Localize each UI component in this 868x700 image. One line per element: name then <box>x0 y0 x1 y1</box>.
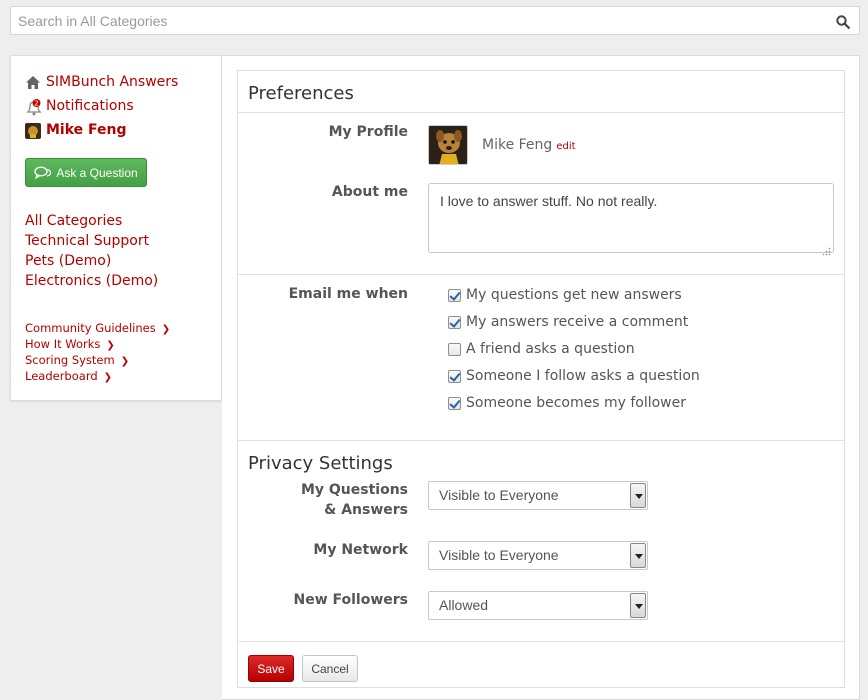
sidebar: SIMBunch Answers 2 Notifications Mike Fe… <box>10 55 222 401</box>
email-option-comment[interactable]: My answers receive a comment <box>448 314 688 330</box>
dropdown-arrow-icon[interactable] <box>630 483 646 508</box>
checkbox-unchecked[interactable] <box>448 342 461 356</box>
dropdown-arrow-icon[interactable] <box>630 543 646 568</box>
preferences-panel: Preferences My Profile Mike Feng edit Abo… <box>237 70 845 688</box>
link-how-it-works[interactable]: How It Works ❯ <box>25 337 115 351</box>
about-me-label: About me <box>331 184 408 200</box>
divider <box>238 274 844 275</box>
category-pets[interactable]: Pets (Demo) <box>25 253 111 269</box>
notification-count-badge: 2 <box>34 100 38 108</box>
category-technical-support[interactable]: Technical Support <box>25 233 149 249</box>
chat-bubble-icon <box>34 166 52 179</box>
divider <box>238 440 844 441</box>
email-option-label: A friend asks a question <box>466 341 635 357</box>
divider <box>238 112 844 113</box>
divider <box>238 641 844 642</box>
link-community-guidelines-label: Community Guidelines <box>25 321 156 335</box>
dropdown-arrow-icon[interactable] <box>630 593 646 618</box>
checkbox-checked[interactable] <box>448 396 461 410</box>
main-content: Preferences My Profile Mike Feng edit Abo… <box>222 55 860 700</box>
qa-visibility-value: Visible to Everyone <box>439 487 559 503</box>
profile-name-text: Mike Feng <box>482 137 553 153</box>
my-profile-label: My Profile <box>328 124 408 140</box>
email-option-label: Someone I follow asks a question <box>466 368 700 384</box>
email-option-follow-asks[interactable]: Someone I follow asks a question <box>448 368 700 384</box>
checkbox-checked[interactable] <box>448 369 461 383</box>
network-visibility-select[interactable]: Visible to Everyone <box>428 541 648 570</box>
new-followers-label: New Followers <box>293 592 408 608</box>
sidebar-home-link[interactable]: SIMBunch Answers <box>25 74 178 90</box>
chevron-right-icon: ❯ <box>161 324 171 335</box>
search-input[interactable] <box>11 7 811 34</box>
ask-question-button[interactable]: Ask a Question <box>25 158 147 187</box>
save-button[interactable]: Save <box>248 655 294 682</box>
email-me-when-label: Email me when <box>288 286 408 302</box>
sidebar-notifications-link[interactable]: 2 Notifications <box>25 98 134 116</box>
link-scoring-system[interactable]: Scoring System ❯ <box>25 353 129 367</box>
email-option-label: Someone becomes my follower <box>466 395 686 411</box>
resize-grip-icon[interactable] <box>822 241 831 260</box>
checkbox-checked[interactable] <box>448 288 461 302</box>
profile-avatar[interactable] <box>428 125 468 165</box>
new-followers-value: Allowed <box>439 597 489 613</box>
category-electronics[interactable]: Electronics (Demo) <box>25 273 158 289</box>
link-community-guidelines[interactable]: Community Guidelines ❯ <box>25 321 170 335</box>
new-followers-select[interactable]: Allowed <box>428 591 648 620</box>
network-visibility-label: My Network <box>313 542 408 558</box>
search-icon[interactable] <box>836 14 850 33</box>
qa-visibility-label-line1: My Questions <box>300 482 408 498</box>
link-leaderboard[interactable]: Leaderboard ❯ <box>25 369 112 383</box>
link-scoring-system-label: Scoring System <box>25 353 115 367</box>
privacy-settings-title: Privacy Settings <box>248 453 393 474</box>
search-bar <box>10 6 860 35</box>
cancel-button[interactable]: Cancel <box>302 655 358 682</box>
sidebar-user-link[interactable]: Mike Feng <box>25 122 127 139</box>
preferences-title: Preferences <box>248 83 354 104</box>
chevron-right-icon: ❯ <box>106 340 115 351</box>
network-visibility-value: Visible to Everyone <box>439 547 559 563</box>
category-all[interactable]: All Categories <box>25 213 122 229</box>
home-icon <box>25 75 41 94</box>
email-option-label: My questions get new answers <box>466 287 682 303</box>
email-option-new-follower[interactable]: Someone becomes my follower <box>448 395 686 411</box>
link-leaderboard-label: Leaderboard <box>25 369 98 383</box>
email-option-new-answers[interactable]: My questions get new answers <box>448 287 682 303</box>
profile-name: Mike Feng edit <box>482 137 576 153</box>
chevron-right-icon: ❯ <box>103 372 113 383</box>
edit-profile-link[interactable]: edit <box>556 141 575 152</box>
sidebar-home-label: SIMBunch Answers <box>46 74 179 90</box>
ask-question-label: Ask a Question <box>56 165 138 180</box>
checkbox-checked[interactable] <box>448 315 461 329</box>
qa-visibility-label-line2: & Answers <box>324 502 408 518</box>
about-me-textarea[interactable]: I love to answer stuff. No not really. <box>428 183 834 253</box>
qa-visibility-select[interactable]: Visible to Everyone <box>428 481 648 510</box>
user-avatar-icon <box>25 123 41 143</box>
email-option-label: My answers receive a comment <box>466 314 689 330</box>
email-option-friend-asks[interactable]: A friend asks a question <box>448 341 635 357</box>
chevron-right-icon: ❯ <box>120 356 130 367</box>
link-how-it-works-label: How It Works <box>25 337 101 351</box>
bell-icon: 2 <box>25 99 43 121</box>
